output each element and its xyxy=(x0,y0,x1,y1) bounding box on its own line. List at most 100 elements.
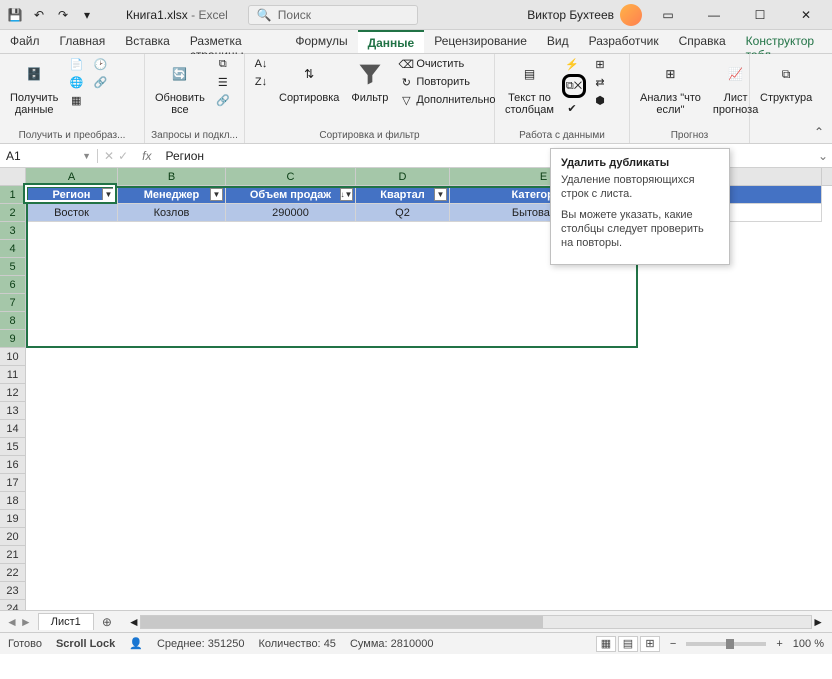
relationships-button[interactable]: ⇄ xyxy=(590,74,610,90)
row-header[interactable]: 23 xyxy=(0,582,26,600)
sort-asc-button[interactable]: A↓ xyxy=(251,56,271,72)
sort-desc-button[interactable]: Z↓ xyxy=(251,74,271,90)
header-quarter[interactable]: Квартал▼ xyxy=(356,186,450,204)
tab-review[interactable]: Рецензирование xyxy=(424,30,537,53)
row-header[interactable]: 10 xyxy=(0,348,26,366)
row-header[interactable]: 5 xyxy=(0,258,26,276)
tab-view[interactable]: Вид xyxy=(537,30,579,53)
editlinks-button[interactable]: 🔗 xyxy=(213,92,233,108)
from-table-button[interactable]: ▦ xyxy=(66,92,86,108)
get-data-button[interactable]: 🗄️ Получить данные xyxy=(6,56,62,118)
minimize-icon[interactable]: — xyxy=(694,1,734,29)
queries-button[interactable]: ⧉ xyxy=(213,56,233,72)
cell[interactable]: 290000 xyxy=(226,204,356,222)
from-text-button[interactable]: 📄 xyxy=(66,56,86,72)
row-header[interactable]: 15 xyxy=(0,438,26,456)
filter-button[interactable]: Фильтр xyxy=(347,56,392,106)
avatar[interactable] xyxy=(620,4,642,26)
manage-model-button[interactable]: ⬢ xyxy=(590,92,610,108)
maximize-icon[interactable]: ☐ xyxy=(740,1,780,29)
scroll-track[interactable] xyxy=(140,615,812,629)
reapply-button[interactable]: ↻Повторить xyxy=(396,74,498,90)
zoom-thumb[interactable] xyxy=(726,639,734,649)
flash-fill-button[interactable]: ⚡ xyxy=(562,56,586,72)
close-icon[interactable]: ✕ xyxy=(786,1,826,29)
row-header[interactable]: 12 xyxy=(0,384,26,402)
row-header[interactable]: 4 xyxy=(0,240,26,258)
header-region[interactable]: Регион▼ xyxy=(26,186,118,204)
zoom-slider[interactable] xyxy=(686,642,766,646)
col-header-B[interactable]: B xyxy=(118,168,226,185)
row-header[interactable]: 11 xyxy=(0,366,26,384)
row-header[interactable]: 14 xyxy=(0,420,26,438)
cell[interactable]: Восток xyxy=(26,204,118,222)
row-header[interactable]: 18 xyxy=(0,492,26,510)
filter-btn-icon[interactable]: ▼ xyxy=(102,188,115,201)
tab-tabledesign[interactable]: Конструктор табл xyxy=(736,30,832,53)
row-header[interactable]: 6 xyxy=(0,276,26,294)
row-header[interactable]: 13 xyxy=(0,402,26,420)
col-header-C[interactable]: C xyxy=(226,168,356,185)
ribbon-display-icon[interactable]: ▭ xyxy=(648,1,688,29)
qat-more-icon[interactable]: ▾ xyxy=(78,6,96,24)
header-manager[interactable]: Менеджер▼ xyxy=(118,186,226,204)
row-header[interactable]: 22 xyxy=(0,564,26,582)
tab-help[interactable]: Справка xyxy=(669,30,736,53)
tab-file[interactable]: Файл xyxy=(0,30,50,53)
accessibility-icon[interactable]: 👤 xyxy=(129,637,143,650)
tab-developer[interactable]: Разработчик xyxy=(579,30,669,53)
scroll-thumb[interactable] xyxy=(141,616,543,628)
row-header[interactable]: 17 xyxy=(0,474,26,492)
zoom-level[interactable]: 100 % xyxy=(793,638,824,650)
tab-insert[interactable]: Вставка xyxy=(115,30,180,53)
tab-pagelayout[interactable]: Разметка страницы xyxy=(180,30,286,53)
outline-button[interactable]: ⧉ Структура xyxy=(756,56,816,106)
add-sheet-icon[interactable]: ⊕ xyxy=(94,615,120,629)
tab-formulas[interactable]: Формулы xyxy=(285,30,357,53)
filter-btn-icon[interactable]: ▼ xyxy=(434,188,447,201)
pagebreak-view-icon[interactable]: ⊞ xyxy=(640,636,660,652)
cell[interactable] xyxy=(730,204,822,222)
row-header[interactable]: 24 xyxy=(0,600,26,610)
row-header[interactable]: 19 xyxy=(0,510,26,528)
cell[interactable]: Q2 xyxy=(356,204,450,222)
row-header[interactable]: 20 xyxy=(0,528,26,546)
header-sales[interactable]: Объем продаж↓▼ xyxy=(226,186,356,204)
sheet-prev-icon[interactable]: ◄ xyxy=(6,615,18,629)
properties-button[interactable]: ☰ xyxy=(213,74,233,90)
row-header[interactable]: 2 xyxy=(0,204,26,222)
fx-icon[interactable]: fx xyxy=(134,149,159,163)
sheet-tab[interactable]: Лист1 xyxy=(38,613,94,630)
name-box[interactable]: A1 ▼ xyxy=(0,149,98,163)
advanced-filter-button[interactable]: ▽Дополнительно xyxy=(396,92,498,108)
cell[interactable]: Козлов xyxy=(118,204,226,222)
row-header[interactable]: 1 xyxy=(0,186,26,204)
existing-conn-button[interactable]: 🔗 xyxy=(90,74,110,90)
save-icon[interactable]: 💾 xyxy=(6,6,24,24)
recent-sources-button[interactable]: 🕑 xyxy=(90,56,110,72)
clear-filter-button[interactable]: ⌫Очистить xyxy=(396,56,498,72)
row-header[interactable]: 8 xyxy=(0,312,26,330)
zoom-out-icon[interactable]: − xyxy=(670,638,676,650)
data-validation-button[interactable]: ✔ xyxy=(562,100,586,116)
collapse-ribbon-icon[interactable]: ⌃ xyxy=(814,125,824,139)
sheet-next-icon[interactable]: ► xyxy=(20,615,32,629)
search-box[interactable]: 🔍 Поиск xyxy=(248,5,418,25)
scroll-right-icon[interactable]: ► xyxy=(812,615,824,629)
filter-btn-icon[interactable]: ▼ xyxy=(210,188,223,201)
scroll-left-icon[interactable]: ◄ xyxy=(128,615,140,629)
select-all-corner[interactable] xyxy=(0,168,26,185)
whatif-button[interactable]: ⊞ Анализ "что если" xyxy=(636,56,705,118)
tab-data[interactable]: Данные xyxy=(358,30,425,53)
sort-button[interactable]: ⇅ Сортировка xyxy=(275,56,343,106)
text-to-columns-button[interactable]: ▤ Текст по столбцам xyxy=(501,56,558,118)
chevron-down-icon[interactable]: ▼ xyxy=(82,151,91,161)
remove-duplicates-button[interactable]: ⧉✕ xyxy=(562,74,586,98)
refresh-all-button[interactable]: 🔄 Обновить все xyxy=(151,56,209,118)
undo-icon[interactable]: ↶ xyxy=(30,6,48,24)
pagelayout-view-icon[interactable]: ▤ xyxy=(618,636,638,652)
cell[interactable] xyxy=(730,186,822,204)
normal-view-icon[interactable]: ▦ xyxy=(596,636,616,652)
row-header[interactable]: 16 xyxy=(0,456,26,474)
consolidate-button[interactable]: ⊞ xyxy=(590,56,610,72)
